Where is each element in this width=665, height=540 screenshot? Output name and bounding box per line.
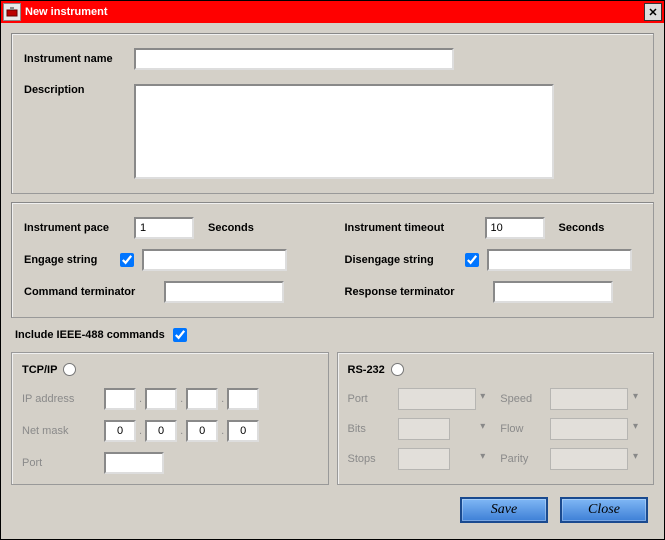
close-button[interactable]: Close (560, 497, 648, 523)
rs232-radio[interactable] (391, 363, 404, 376)
rs-flow-label: Flow (500, 423, 540, 435)
rs-port-select[interactable] (398, 388, 476, 410)
rs-parity-label: Parity (500, 453, 540, 465)
ip-octet-1[interactable] (104, 388, 136, 410)
rs232-title: RS-232 (348, 364, 385, 376)
dot-icon: . (139, 393, 142, 405)
timing-section: Instrument pace Seconds Engage string Co… (11, 202, 654, 318)
description-textarea[interactable] (134, 84, 554, 179)
timeout-unit-label: Seconds (559, 222, 605, 234)
instrument-pace-label: Instrument pace (24, 222, 126, 234)
window: New instrument ✕ Instrument name Descrip… (0, 0, 665, 540)
save-button[interactable]: Save (460, 497, 548, 523)
rs-speed-select[interactable] (550, 388, 628, 410)
netmask-label: Net mask (22, 425, 96, 437)
instrument-timeout-input[interactable] (485, 217, 545, 239)
dot-icon: . (180, 425, 183, 437)
instrument-name-input[interactable] (134, 48, 454, 70)
window-title: New instrument (25, 6, 644, 18)
rs-speed-label: Speed (500, 393, 540, 405)
ip-octet-4[interactable] (227, 388, 259, 410)
dot-icon: . (221, 393, 224, 405)
mask-octet-2[interactable] (145, 420, 177, 442)
app-icon (3, 3, 21, 21)
close-icon[interactable]: ✕ (644, 3, 662, 21)
pace-unit-label: Seconds (208, 222, 254, 234)
rs-parity-select[interactable] (550, 448, 628, 470)
name-desc-section: Instrument name Description (11, 33, 654, 194)
description-label: Description (24, 84, 126, 96)
rs-bits-select[interactable] (398, 418, 450, 440)
engage-string-label: Engage string (24, 254, 112, 266)
disengage-string-input[interactable] (487, 249, 632, 271)
engage-string-checkbox[interactable] (120, 253, 134, 267)
command-terminator-label: Command terminator (24, 286, 156, 298)
instrument-pace-input[interactable] (134, 217, 194, 239)
rs-stops-label: Stops (348, 453, 388, 465)
disengage-string-label: Disengage string (345, 254, 457, 266)
command-terminator-input[interactable] (164, 281, 284, 303)
tcp-port-label: Port (22, 457, 96, 469)
rs-port-label: Port (348, 393, 388, 405)
titlebar: New instrument ✕ (1, 1, 664, 23)
ieee-488-label: Include IEEE-488 commands (15, 329, 165, 341)
disengage-string-checkbox[interactable] (465, 253, 479, 267)
mask-octet-3[interactable] (186, 420, 218, 442)
tcpip-radio[interactable] (63, 363, 76, 376)
ip-octet-3[interactable] (186, 388, 218, 410)
connection-panels: TCP/IP IP address . . . Net mask . (11, 352, 654, 485)
instrument-timeout-label: Instrument timeout (345, 222, 477, 234)
dot-icon: . (139, 425, 142, 437)
instrument-name-label: Instrument name (24, 53, 126, 65)
dot-icon: . (221, 425, 224, 437)
rs232-panel: RS-232 Port Speed Bits Flow Stops Parity (337, 352, 655, 485)
mask-octet-1[interactable] (104, 420, 136, 442)
ip-octet-2[interactable] (145, 388, 177, 410)
rs-stops-select[interactable] (398, 448, 450, 470)
rs-bits-label: Bits (348, 423, 388, 435)
tcp-port-input[interactable] (104, 452, 164, 474)
engage-string-input[interactable] (142, 249, 287, 271)
content-area: Instrument name Description Instrument p… (1, 23, 664, 539)
button-row: Save Close (11, 497, 654, 523)
rs-flow-select[interactable] (550, 418, 628, 440)
response-terminator-label: Response terminator (345, 286, 485, 298)
tcpip-title: TCP/IP (22, 364, 57, 376)
ieee-488-checkbox[interactable] (173, 328, 187, 342)
response-terminator-input[interactable] (493, 281, 613, 303)
dot-icon: . (180, 393, 183, 405)
mask-octet-4[interactable] (227, 420, 259, 442)
ip-address-label: IP address (22, 393, 96, 405)
ieee-row: Include IEEE-488 commands (15, 328, 654, 342)
tcpip-panel: TCP/IP IP address . . . Net mask . (11, 352, 329, 485)
